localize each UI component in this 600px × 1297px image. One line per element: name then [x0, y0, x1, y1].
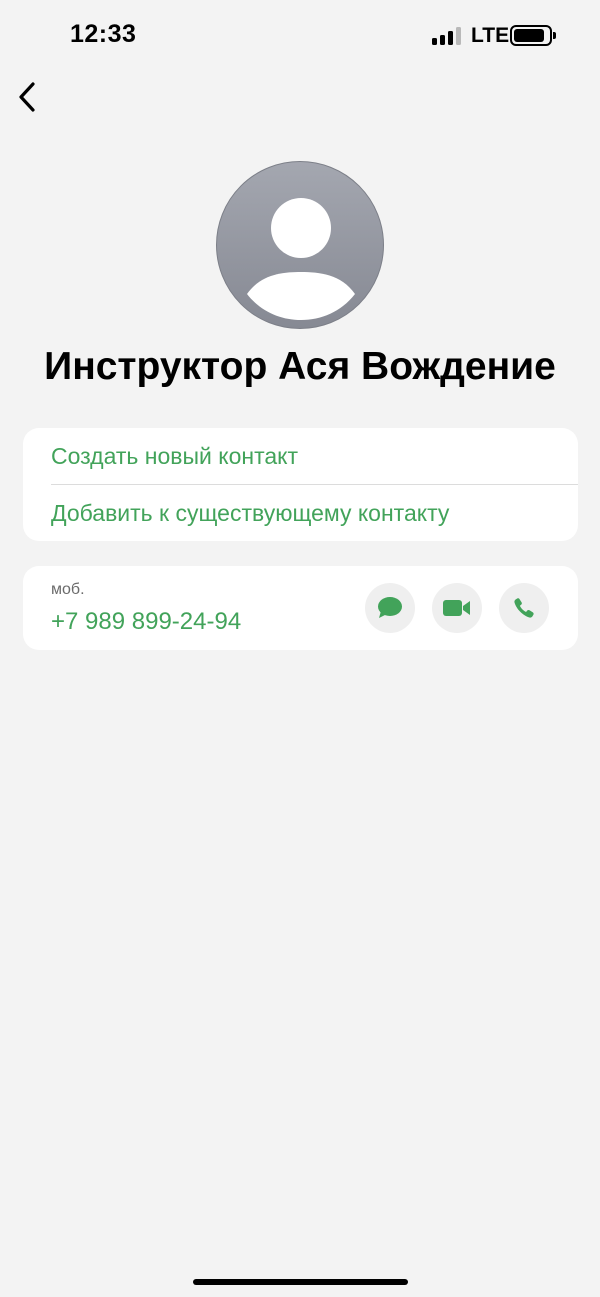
battery-icon: [510, 25, 556, 46]
contact-actions-card: Создать новый контакт Добавить к существ…: [23, 428, 578, 541]
add-to-existing-contact-button[interactable]: Добавить к существующему контакту: [23, 485, 578, 541]
avatar: [216, 161, 384, 329]
phone-label: моб.: [51, 581, 85, 598]
phone-number[interactable]: +7 989 899-24-94: [51, 608, 241, 636]
contact-screen: 12:33 LTE Инструктор Ася Вождение Создат…: [0, 0, 600, 1297]
video-icon: [443, 600, 470, 616]
create-new-contact-button[interactable]: Создать новый контакт: [23, 428, 578, 484]
home-indicator[interactable]: [193, 1279, 408, 1285]
status-time: 12:33: [70, 20, 137, 48]
call-button[interactable]: [499, 583, 549, 633]
chevron-left-icon: [19, 82, 35, 112]
video-call-button[interactable]: [432, 583, 482, 633]
network-type: LTE: [471, 24, 510, 47]
phone-icon: [514, 598, 534, 618]
phone-card: моб. +7 989 899-24-94: [23, 566, 578, 650]
contact-name: Инструктор Ася Вождение: [44, 345, 556, 388]
signal-icon: [432, 26, 462, 45]
message-button[interactable]: [365, 583, 415, 633]
message-icon: [378, 597, 402, 618]
person-silhouette-icon: [247, 198, 355, 320]
back-button[interactable]: [14, 80, 44, 114]
